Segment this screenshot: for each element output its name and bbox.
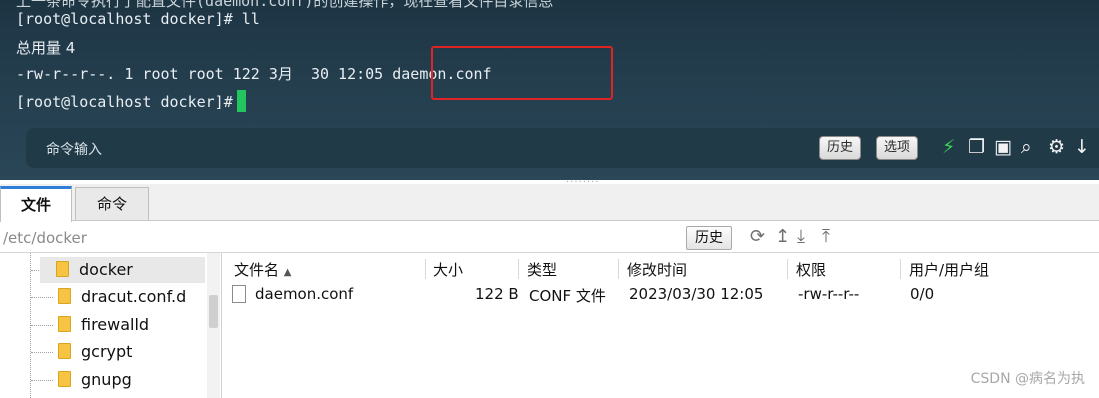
terminal-panel[interactable]: 上一条命令执行了配置文件(daemon.conf)的创建操作，现在查看文件目录信… <box>0 0 1099 180</box>
column-header-owner[interactable]: 用户/用户组 <box>909 259 989 280</box>
command-input-bar[interactable]: 命令输入 历史 选项 ⚡ ❐ ▣ ⌕ ⚙ ↓ <box>26 128 1099 168</box>
column-header-permissions[interactable]: 权限 <box>796 259 826 280</box>
tree-item-label: dracut.conf.d <box>81 287 187 306</box>
copy-icon[interactable]: ❐ <box>968 134 985 160</box>
terminal-line: 总用量 4 <box>16 39 76 57</box>
tree-item-label: firewalld <box>81 315 150 334</box>
gear-icon[interactable]: ⚙ <box>1048 134 1065 160</box>
tree-item-label: docker <box>79 260 133 279</box>
column-header-type[interactable]: 类型 <box>527 259 557 280</box>
path-input[interactable]: /etc/docker <box>3 229 87 247</box>
terminal-line: -rw-r--r--. 1 root root 122 3月 30 12:05 … <box>16 65 492 83</box>
terminal-prompt: [root@localhost docker]# <box>16 93 233 111</box>
download-icon[interactable]: ⤓ <box>797 225 805 249</box>
path-history-button[interactable]: 历史 <box>686 226 732 250</box>
tree-item-label: gcrypt <box>81 342 133 361</box>
path-bar: /etc/docker 历史 ⟳ ↥ ⤓ ⤒ <box>0 222 1099 253</box>
folder-icon <box>58 288 71 304</box>
column-divider[interactable] <box>900 259 901 279</box>
search-icon[interactable]: ⌕ <box>1021 134 1032 160</box>
tree-item-dracut[interactable]: dracut.conf.d <box>42 284 186 310</box>
watermark: CSDN @病名为执 <box>970 371 1085 387</box>
tab-commands[interactable]: 命令 <box>75 187 149 220</box>
file-icon <box>232 285 246 303</box>
directory-tree[interactable]: docker dracut.conf.d firewalld gcrypt gn… <box>0 253 222 398</box>
file-list[interactable]: 文件名 ▲ 大小 类型 修改时间 权限 用户/用户组 daemon.conf 1… <box>222 253 1099 398</box>
file-modified: 2023/03/30 12:05 <box>629 285 764 303</box>
column-header-name[interactable]: 文件名 ▲ <box>234 259 292 280</box>
file-owner: 0/0 <box>910 285 935 303</box>
column-header-size[interactable]: 大小 <box>433 259 463 280</box>
up-icon[interactable]: ↥ <box>775 225 790 249</box>
column-divider[interactable] <box>425 259 426 279</box>
lightning-icon[interactable]: ⚡ <box>942 134 955 160</box>
terminal-prompt-line: [root@localhost docker]# <box>16 90 246 112</box>
tab-bar: 文件 命令 <box>0 184 1099 222</box>
history-button[interactable]: 历史 <box>819 136 862 160</box>
highlight-annotation-box <box>431 46 613 100</box>
file-size: 122 B <box>475 285 519 303</box>
file-permissions: -rw-r--r-- <box>798 285 860 303</box>
options-button[interactable]: 选项 <box>876 136 919 160</box>
tree-item-docker[interactable]: docker <box>40 257 205 283</box>
arrow-down-icon[interactable]: ↓ <box>1074 134 1090 160</box>
column-divider[interactable] <box>618 259 619 279</box>
column-header-modified[interactable]: 修改时间 <box>627 259 687 280</box>
folder-icon <box>56 261 69 277</box>
terminal-cursor <box>236 90 246 112</box>
folder-icon <box>58 316 71 332</box>
folder-icon <box>58 371 71 387</box>
paste-icon[interactable]: ▣ <box>994 134 1012 160</box>
file-type: CONF 文件 <box>529 287 606 305</box>
tree-scrollbar-thumb[interactable] <box>209 295 218 328</box>
command-input-label: 命令输入 <box>46 142 102 158</box>
tree-scrollbar[interactable] <box>207 253 220 398</box>
terminal-line: [root@localhost docker]# ll <box>16 10 260 28</box>
upload-icon[interactable]: ⤒ <box>822 225 830 249</box>
column-divider[interactable] <box>518 259 519 279</box>
tab-files[interactable]: 文件 <box>0 186 72 222</box>
tree-item-firewalld[interactable]: firewalld <box>42 312 149 338</box>
column-divider[interactable] <box>787 259 788 279</box>
tree-item-label: gnupg <box>81 370 132 389</box>
sort-ascending-icon: ▲ <box>283 267 292 278</box>
file-name: daemon.conf <box>255 285 354 303</box>
folder-icon <box>58 343 71 359</box>
tree-item-gcrypt[interactable]: gcrypt <box>42 339 132 365</box>
refresh-icon[interactable]: ⟳ <box>750 225 765 249</box>
tree-item-gnupg[interactable]: gnupg <box>42 367 132 393</box>
